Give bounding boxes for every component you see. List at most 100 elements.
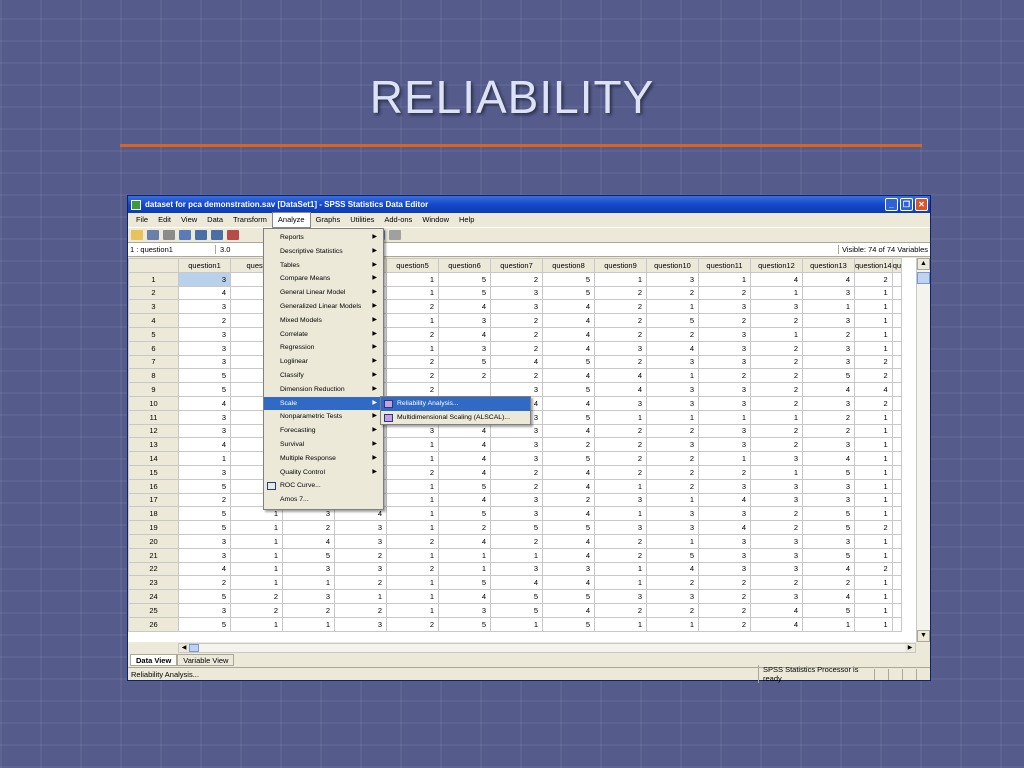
- data-cell[interactable]: 3: [178, 354, 231, 370]
- menu-analyze[interactable]: Analyze: [271, 212, 311, 228]
- row-header[interactable]: 4: [128, 313, 179, 328]
- data-cell[interactable]: 4: [646, 561, 699, 577]
- menu-item-compare-means[interactable]: Compare Means ▶: [264, 272, 383, 286]
- data-cell[interactable]: 3: [698, 547, 751, 563]
- data-cell[interactable]: 2: [750, 423, 803, 439]
- data-cell[interactable]: [891, 299, 903, 315]
- data-cell[interactable]: 1: [334, 589, 387, 604]
- data-cell[interactable]: 2: [490, 340, 543, 356]
- data-cell[interactable]: 1: [386, 492, 439, 508]
- data-cell[interactable]: 5: [178, 506, 231, 522]
- menu-item-reports[interactable]: Reports ▶: [264, 231, 383, 245]
- data-cell[interactable]: 1: [490, 547, 543, 563]
- data-cell[interactable]: 1: [854, 409, 893, 425]
- data-cell[interactable]: 2: [438, 520, 491, 535]
- data-cell[interactable]: 1: [594, 506, 647, 522]
- column-header[interactable]: question9: [594, 258, 647, 273]
- data-cell[interactable]: 5: [178, 589, 231, 604]
- data-cell[interactable]: [891, 340, 903, 356]
- menu-item-reliability-analysis[interactable]: Reliability Analysis...: [381, 397, 530, 411]
- data-cell[interactable]: 2: [646, 464, 699, 480]
- data-cell[interactable]: 4: [542, 313, 595, 328]
- column-header[interactable]: question7: [490, 258, 543, 273]
- menu-item-regression[interactable]: Regression ▶: [264, 341, 383, 355]
- data-cell[interactable]: 2: [646, 451, 699, 466]
- data-cell[interactable]: 3: [698, 478, 751, 494]
- data-cell[interactable]: 2: [178, 492, 231, 508]
- row-header[interactable]: 3: [128, 299, 179, 315]
- data-cell[interactable]: 3: [646, 382, 699, 397]
- data-cell[interactable]: 3: [594, 589, 647, 604]
- data-cell[interactable]: 2: [750, 395, 803, 411]
- data-cell[interactable]: 4: [490, 575, 543, 591]
- data-cell[interactable]: 3: [490, 492, 543, 508]
- menu-item-forecasting[interactable]: Forecasting ▶: [264, 424, 383, 438]
- data-cell[interactable]: 3: [802, 313, 855, 328]
- data-cell[interactable]: 3: [490, 299, 543, 315]
- menu-item-amos-7[interactable]: Amos 7...: [264, 493, 383, 507]
- data-cell[interactable]: 1: [230, 616, 283, 632]
- data-cell[interactable]: 4: [646, 340, 699, 356]
- data-cell[interactable]: 1: [438, 547, 491, 563]
- data-cell[interactable]: 1: [646, 492, 699, 508]
- data-cell[interactable]: 3: [386, 423, 439, 439]
- save-icon[interactable]: [147, 230, 159, 240]
- data-cell[interactable]: 2: [698, 616, 751, 632]
- data-cell[interactable]: 1: [230, 533, 283, 549]
- data-cell[interactable]: 4: [802, 382, 855, 397]
- data-cell[interactable]: 1: [594, 271, 647, 287]
- data-cell[interactable]: 4: [802, 451, 855, 466]
- data-cell[interactable]: 2: [802, 575, 855, 591]
- data-cell[interactable]: 2: [646, 326, 699, 342]
- data-cell[interactable]: 3: [178, 340, 231, 356]
- data-cell[interactable]: 1: [594, 409, 647, 425]
- column-header[interactable]: question6: [438, 258, 491, 273]
- data-cell[interactable]: 2: [334, 602, 387, 618]
- data-cell[interactable]: [891, 451, 903, 466]
- data-cell[interactable]: 5: [542, 271, 595, 287]
- data-cell[interactable]: 5: [802, 464, 855, 480]
- data-cell[interactable]: 3: [802, 478, 855, 494]
- data-cell[interactable]: 2: [802, 409, 855, 425]
- data-cell[interactable]: 4: [750, 616, 803, 632]
- data-cell[interactable]: 3: [698, 561, 751, 577]
- data-cell[interactable]: 2: [854, 395, 893, 411]
- data-cell[interactable]: [891, 285, 903, 301]
- data-cell[interactable]: 5: [438, 616, 491, 632]
- data-cell[interactable]: 5: [490, 589, 543, 604]
- menu-item-scale[interactable]: Scale ▶: [264, 396, 383, 411]
- row-header[interactable]: 2: [128, 285, 179, 301]
- data-cell[interactable]: [891, 602, 903, 618]
- column-header[interactable]: question8: [542, 258, 595, 273]
- data-cell[interactable]: [891, 464, 903, 480]
- data-cell[interactable]: 1: [594, 616, 647, 632]
- data-cell[interactable]: 3: [750, 478, 803, 494]
- data-cell[interactable]: 5: [178, 520, 231, 535]
- data-cell[interactable]: 3: [178, 602, 231, 618]
- menu-edit[interactable]: Edit: [153, 213, 176, 227]
- menu-item-tables[interactable]: Tables ▶: [264, 259, 383, 273]
- data-cell[interactable]: 4: [438, 299, 491, 315]
- data-cell[interactable]: 4: [698, 492, 751, 508]
- data-cell[interactable]: 4: [178, 561, 231, 577]
- data-cell[interactable]: 2: [802, 423, 855, 439]
- row-header[interactable]: 9: [128, 382, 179, 397]
- data-cell[interactable]: 1: [594, 575, 647, 591]
- data-cell[interactable]: 2: [594, 533, 647, 549]
- data-cell[interactable]: 1: [386, 313, 439, 328]
- row-header[interactable]: 6: [128, 340, 179, 356]
- data-cell[interactable]: 3: [490, 423, 543, 439]
- data-cell[interactable]: 4: [438, 533, 491, 549]
- data-cell[interactable]: 2: [646, 285, 699, 301]
- print-icon[interactable]: [163, 230, 175, 240]
- data-cell[interactable]: 5: [542, 354, 595, 370]
- data-cell[interactable]: 1: [854, 575, 893, 591]
- data-cell[interactable]: 1: [646, 299, 699, 315]
- data-cell[interactable]: [891, 437, 903, 453]
- data-cell[interactable]: 5: [282, 547, 335, 563]
- dialog-recall-icon[interactable]: [179, 230, 191, 240]
- data-cell[interactable]: 2: [386, 368, 439, 384]
- data-cell[interactable]: 5: [490, 602, 543, 618]
- row-header[interactable]: 11: [128, 409, 179, 425]
- data-cell[interactable]: 4: [854, 382, 893, 397]
